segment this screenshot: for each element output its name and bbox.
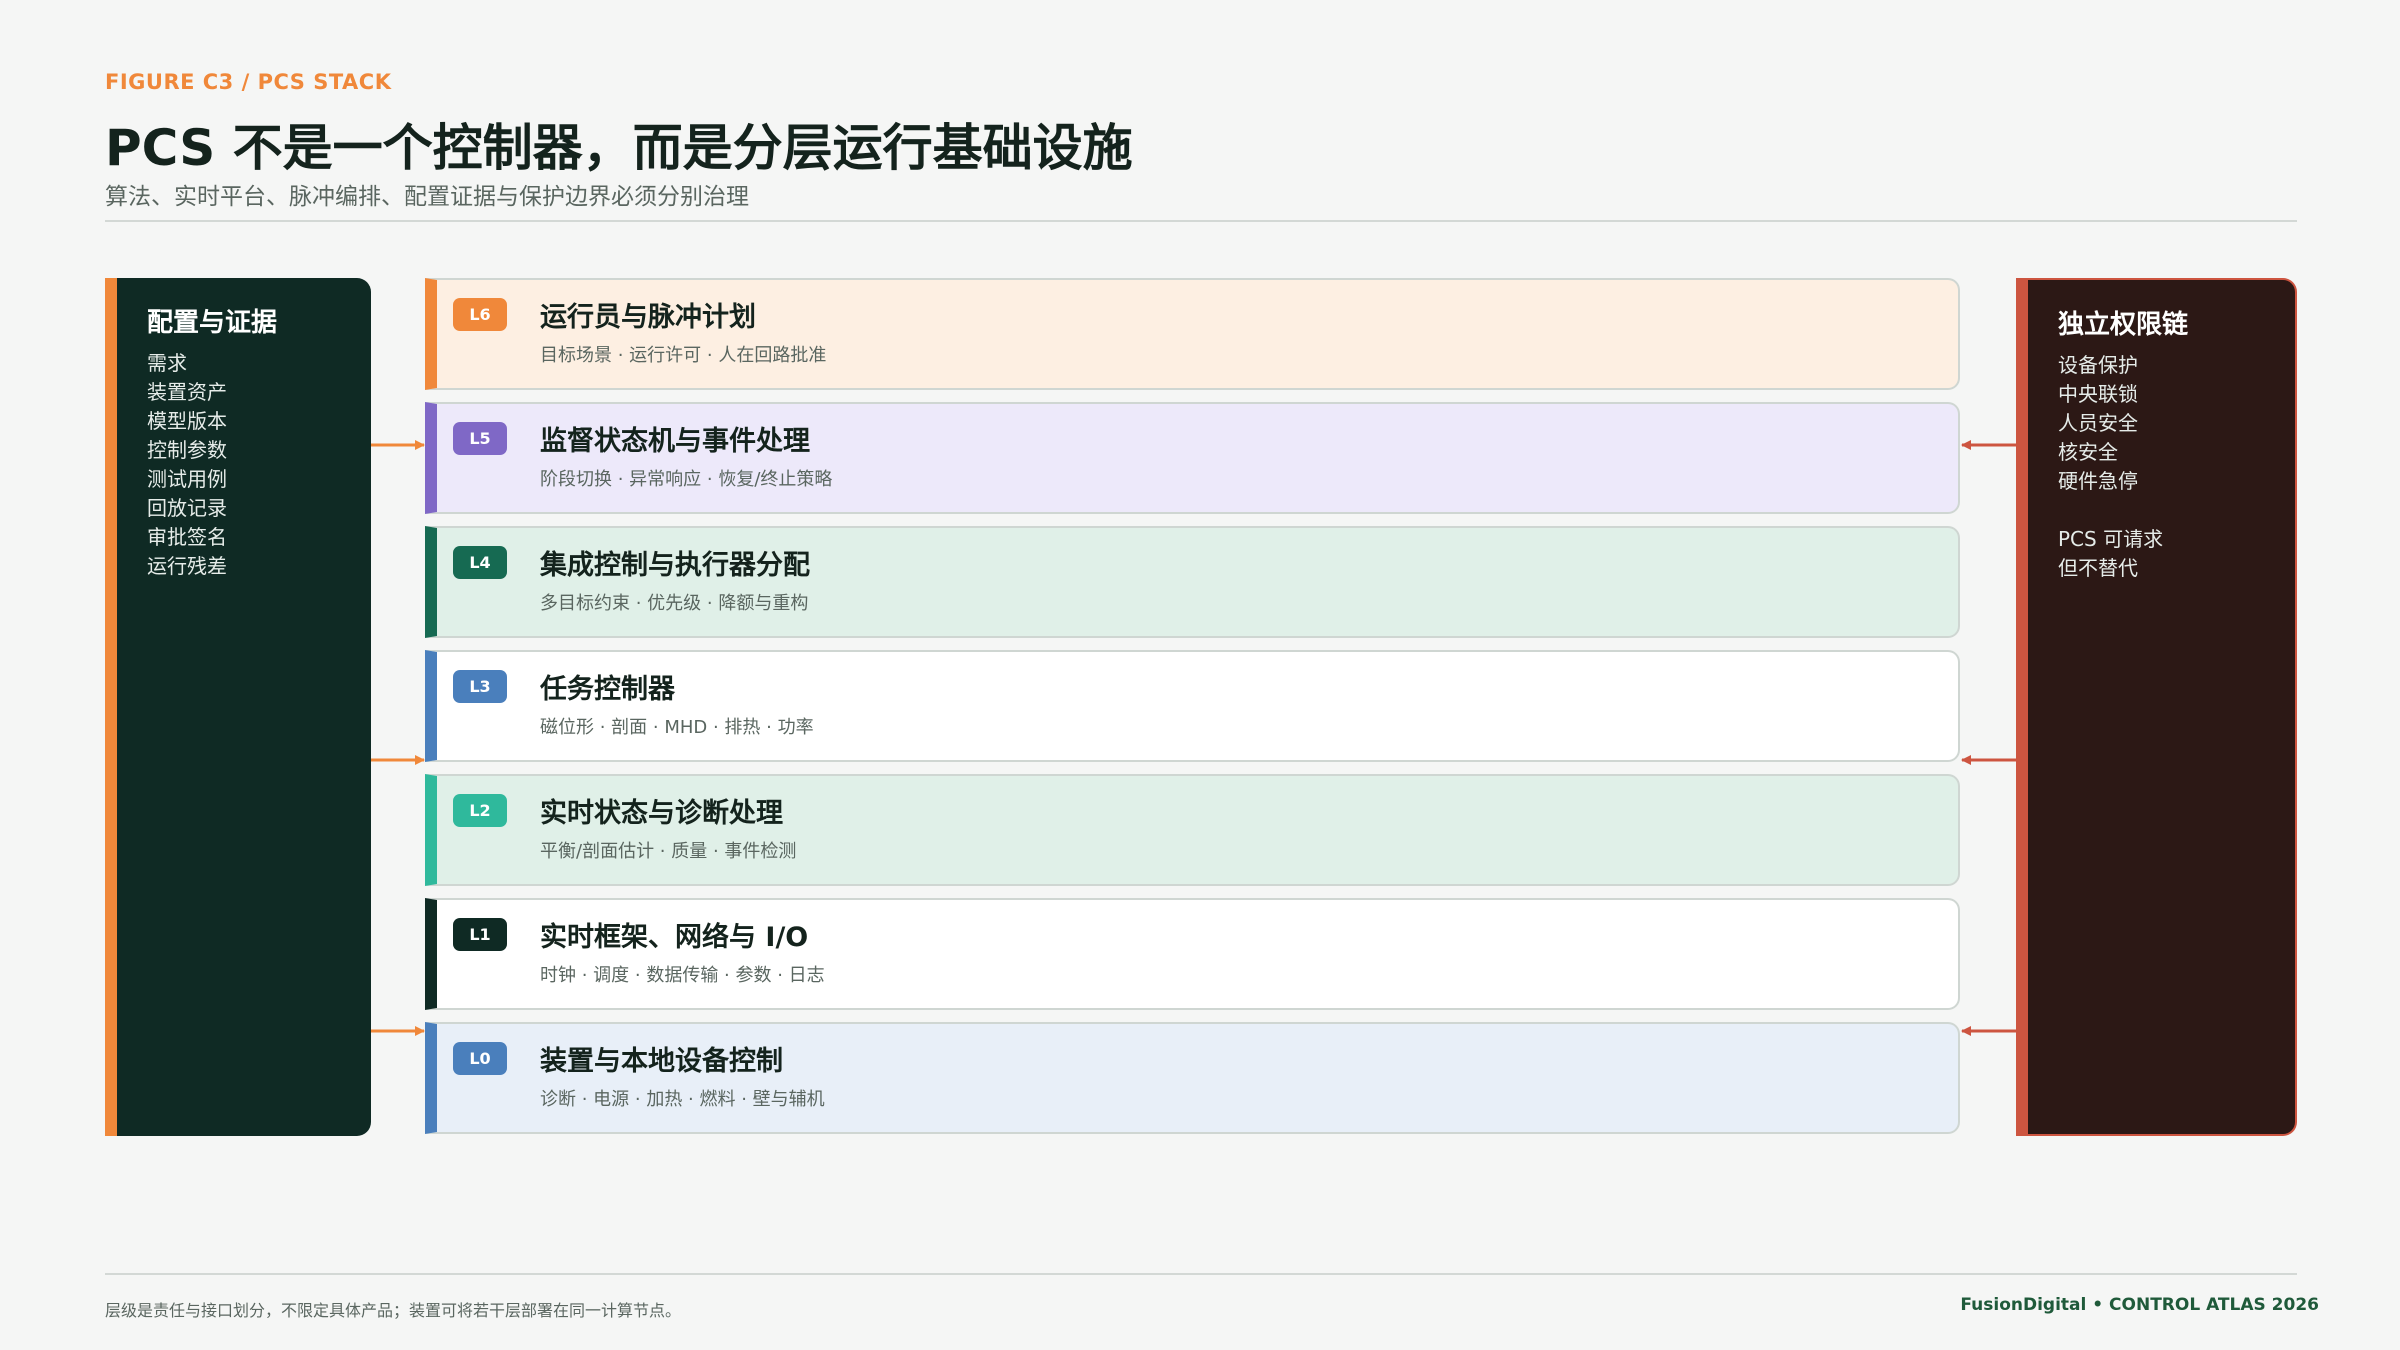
connector-arrows — [371, 440, 2016, 1036]
footer-note: 层级是责任与接口划分，不限定具体产品；装置可将若干层部署在同一计算节点。 — [105, 1301, 682, 1320]
footer-divider — [105, 1273, 2297, 1275]
footer-brand: FusionDigital • CONTROL ATLAS 2026 — [1960, 1295, 2319, 1315]
